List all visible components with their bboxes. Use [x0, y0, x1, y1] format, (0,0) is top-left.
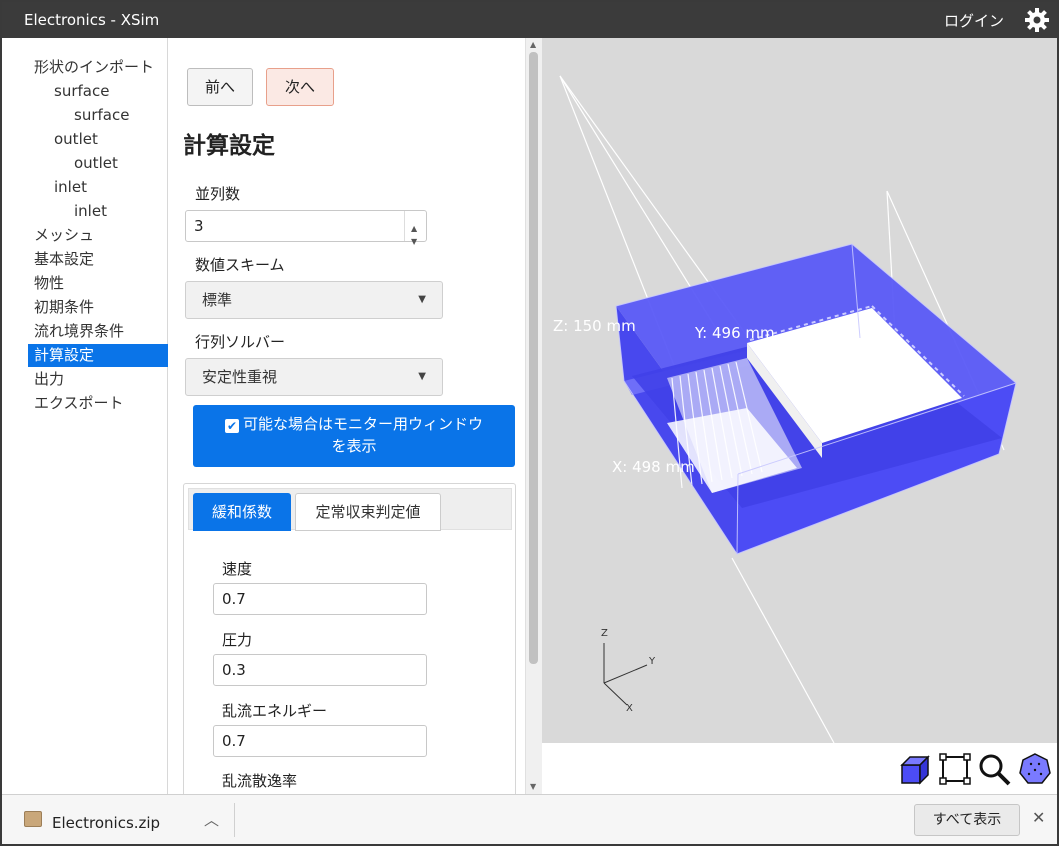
- box-view-icon[interactable]: [896, 751, 932, 787]
- scroll-down-icon[interactable]: ▼: [530, 782, 536, 791]
- nav-item-inlet-child[interactable]: inlet: [68, 200, 168, 223]
- nav-item-boundary-conditions[interactable]: 流れ境界条件: [28, 320, 168, 343]
- nav-item-surface[interactable]: surface: [48, 80, 168, 103]
- gear-icon[interactable]: [1024, 7, 1050, 33]
- 3d-viewport[interactable]: Z: 150 mm Y: 496 mm X: 498 mm Z Y X: [542, 38, 1057, 743]
- page-title: 計算設定: [183, 133, 275, 159]
- nav-item-basic-settings[interactable]: 基本設定: [28, 248, 168, 271]
- dim-y-label: Y: 496 mm: [695, 324, 775, 342]
- scheme-label: 数値スキーム: [195, 256, 285, 274]
- nav-item-outlet-child[interactable]: outlet: [68, 152, 168, 175]
- caret-down-icon: ▼: [418, 371, 426, 382]
- nav-item-outlet[interactable]: outlet: [48, 128, 168, 151]
- nav-item-calc-settings[interactable]: 計算設定: [28, 344, 168, 367]
- nav-item-surface-child[interactable]: surface: [68, 104, 168, 127]
- nav-item-properties[interactable]: 物性: [28, 272, 168, 295]
- tke-label: 乱流エネルギー: [222, 702, 328, 720]
- monitor-window-checkbox[interactable]: ✔ 可能な場合はモニター用ウィンドウ を表示: [193, 405, 515, 467]
- tab-container: 緩和係数 定常収束判定値 速度 0.7 圧力 0.3 乱流エネルギー 0.7 乱…: [183, 483, 516, 794]
- velocity-field[interactable]: 0.7: [213, 583, 427, 615]
- pressure-field[interactable]: 0.3: [213, 654, 427, 686]
- chevron-up-icon[interactable]: ︿: [204, 809, 219, 830]
- viewport-toolbar: [542, 743, 1057, 794]
- next-button[interactable]: 次へ: [266, 68, 334, 106]
- pressure-label: 圧力: [222, 631, 253, 649]
- sidebar-nav: 形状のインポート surface surface outlet outlet i…: [2, 38, 168, 794]
- dim-z-label: Z: 150 mm: [553, 317, 636, 335]
- solver-select[interactable]: 安定性重視 ▼: [185, 358, 443, 396]
- stepper-arrows[interactable]: ▲ ▼: [404, 211, 426, 246]
- login-link[interactable]: ログイン: [944, 10, 1004, 31]
- zip-file-icon: [24, 811, 42, 827]
- parallel-label: 並列数: [195, 185, 241, 203]
- chevron-down-icon[interactable]: ▼: [411, 227, 417, 257]
- tke-field[interactable]: 0.7: [213, 725, 427, 757]
- show-all-button[interactable]: すべて表示: [914, 804, 1020, 836]
- title-bar: Electronics - XSim ログイン: [2, 2, 1057, 38]
- tab-convergence[interactable]: 定常収束判定値: [295, 493, 441, 531]
- solver-value: 安定性重視: [202, 368, 278, 386]
- scheme-select[interactable]: 標準 ▼: [185, 281, 443, 319]
- download-filename[interactable]: Electronics.zip: [52, 814, 160, 832]
- nav-item-import[interactable]: 形状のインポート: [28, 56, 168, 79]
- app-window: Electronics - XSim ログイン 形状のインポート surface…: [0, 0, 1059, 846]
- model-render: [559, 75, 1017, 743]
- axis-y-label: Y: [649, 656, 656, 667]
- tab-relaxation[interactable]: 緩和係数: [193, 493, 291, 531]
- nav-item-inlet[interactable]: inlet: [48, 176, 168, 199]
- download-bar: Electronics.zip ︿ すべて表示 ✕: [2, 794, 1057, 844]
- checkbox-checked-icon[interactable]: ✔: [224, 419, 239, 433]
- panel-scrollbar[interactable]: ▲ ▼: [525, 38, 542, 794]
- scheme-value: 標準: [202, 291, 233, 309]
- solver-label: 行列ソルバー: [195, 333, 286, 351]
- nav-item-initial-conditions[interactable]: 初期条件: [28, 296, 168, 319]
- dim-x-label: X: 498 mm: [612, 458, 695, 476]
- axis-gizmo: [603, 643, 648, 706]
- scroll-up-icon[interactable]: ▲: [530, 40, 536, 49]
- nav-item-mesh[interactable]: メッシュ: [28, 224, 168, 247]
- nav-item-output[interactable]: 出力: [28, 368, 168, 391]
- fit-frame-icon[interactable]: [937, 751, 973, 787]
- axis-z-label: Z: [601, 628, 608, 639]
- monitor-label-line2: を表示: [331, 437, 377, 455]
- prev-button[interactable]: 前へ: [187, 68, 253, 106]
- sphere-view-icon[interactable]: [1017, 751, 1053, 787]
- axis-x-label: X: [626, 703, 633, 714]
- settings-panel: 前へ 次へ 計算設定 並列数 3 ▲ ▼ 数値スキーム 標準 ▼ 行列ソルバー …: [169, 38, 525, 794]
- monitor-label-line1: 可能な場合はモニター用ウィンドウ: [242, 415, 483, 433]
- divider: [234, 803, 235, 837]
- parallel-stepper[interactable]: 3 ▲ ▼: [185, 210, 427, 246]
- zoom-icon[interactable]: [976, 751, 1012, 787]
- parallel-value: 3: [194, 217, 204, 235]
- window-title: Electronics - XSim: [24, 11, 160, 29]
- caret-down-icon: ▼: [418, 294, 426, 305]
- dissipation-label: 乱流散逸率: [222, 772, 298, 790]
- nav-item-export[interactable]: エクスポート: [28, 392, 168, 415]
- tab-strip: 緩和係数 定常収束判定値: [188, 488, 512, 531]
- close-icon[interactable]: ✕: [1032, 808, 1045, 827]
- velocity-label: 速度: [222, 560, 253, 578]
- scroll-thumb[interactable]: [529, 52, 538, 664]
